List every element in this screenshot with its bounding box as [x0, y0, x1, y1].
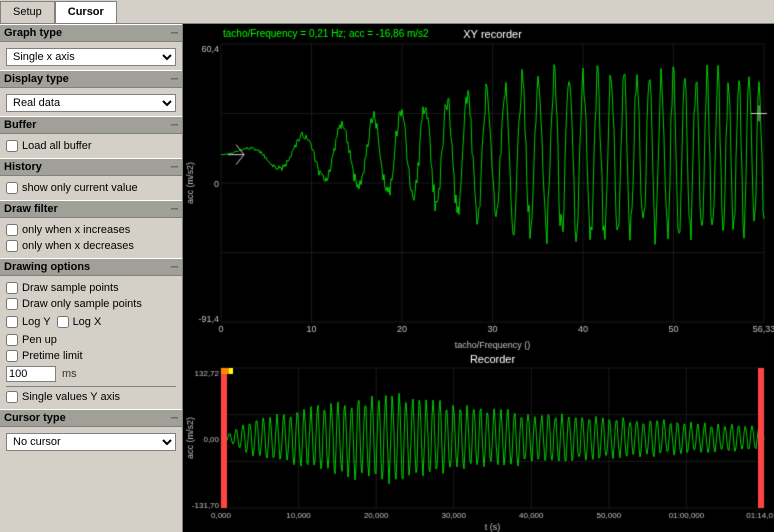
section-graph-type-label: Graph type	[4, 27, 62, 39]
section-cursor-type-header: Cursor type ─	[0, 409, 182, 427]
log-x-checkbox[interactable]	[57, 316, 69, 328]
show-only-current-label: show only current value	[22, 182, 138, 194]
load-all-buffer-label: Load all buffer	[22, 140, 92, 152]
section-drawing-options-label: Drawing options	[4, 261, 90, 273]
section-draw-filter-content: only when x increases only when x decrea…	[0, 218, 182, 258]
section-display-type-collapse[interactable]: ─	[171, 74, 178, 85]
draw-only-sample-points-checkbox[interactable]	[6, 298, 18, 310]
section-graph-type-header: Graph type ─	[0, 24, 182, 42]
section-drawing-options-collapse[interactable]: ─	[171, 262, 178, 273]
section-cursor-type-collapse[interactable]: ─	[171, 413, 178, 424]
only-x-decreases-label: only when x decreases	[22, 240, 134, 252]
only-x-decreases-row[interactable]: only when x decreases	[6, 238, 176, 254]
pen-up-checkbox[interactable]	[6, 334, 18, 346]
log-y-label: Log Y	[22, 316, 51, 328]
display-type-select[interactable]: Real data	[6, 94, 176, 112]
pen-up-label: Pen up	[22, 334, 57, 346]
tab-setup[interactable]: Setup	[0, 1, 55, 23]
single-values-y-checkbox[interactable]	[6, 391, 18, 403]
pen-up-row[interactable]: Pen up	[6, 332, 176, 348]
log-y-checkbox[interactable]	[6, 316, 18, 328]
section-history-collapse[interactable]: ─	[171, 162, 178, 173]
section-display-type-content: Real data	[0, 88, 182, 116]
xy-chart-wrapper	[183, 24, 774, 350]
draw-sample-points-checkbox[interactable]	[6, 282, 18, 294]
recorder-chart[interactable]	[183, 350, 774, 532]
section-display-type-header: Display type ─	[0, 70, 182, 88]
only-x-increases-label: only when x increases	[22, 224, 130, 236]
pretime-limit-row[interactable]: Pretime limit	[6, 348, 176, 364]
section-history-content: show only current value	[0, 176, 182, 200]
pretime-input-row: ms	[6, 364, 176, 384]
pretime-limit-checkbox[interactable]	[6, 350, 18, 362]
graph-type-select[interactable]: Single x axis	[6, 48, 176, 66]
draw-only-sample-points-row[interactable]: Draw only sample points	[6, 296, 176, 312]
show-only-current-checkbox[interactable]	[6, 182, 18, 194]
main-content: Graph type ─ Single x axis Display type …	[0, 24, 774, 532]
pretime-limit-label: Pretime limit	[22, 350, 83, 362]
section-cursor-type-label: Cursor type	[4, 412, 66, 424]
section-buffer-collapse[interactable]: ─	[171, 120, 178, 131]
section-display-type-label: Display type	[4, 73, 69, 85]
title-bar: Setup Cursor	[0, 0, 774, 24]
draw-only-sample-points-label: Draw only sample points	[22, 298, 142, 310]
recorder-chart-wrapper	[183, 350, 774, 532]
only-x-increases-checkbox[interactable]	[6, 224, 18, 236]
section-graph-type-content: Single x axis	[0, 42, 182, 70]
log-y-row[interactable]: Log Y	[6, 314, 51, 330]
only-x-increases-row[interactable]: only when x increases	[6, 222, 176, 238]
section-buffer-header: Buffer ─	[0, 116, 182, 134]
ms-label: ms	[62, 368, 77, 380]
load-all-buffer-row[interactable]: Load all buffer	[6, 138, 176, 154]
load-all-buffer-checkbox[interactable]	[6, 140, 18, 152]
section-draw-filter-label: Draw filter	[4, 203, 58, 215]
single-values-y-row[interactable]: Single values Y axis	[6, 389, 176, 405]
section-history-label: History	[4, 161, 42, 173]
section-buffer-content: Load all buffer	[0, 134, 182, 158]
pretime-input[interactable]	[6, 366, 56, 382]
section-drawing-options-content: Draw sample points Draw only sample poin…	[0, 276, 182, 409]
single-values-y-label: Single values Y axis	[22, 391, 120, 403]
draw-sample-points-label: Draw sample points	[22, 282, 119, 294]
log-x-row[interactable]: Log X	[57, 314, 102, 330]
section-drawing-options-header: Drawing options ─	[0, 258, 182, 276]
log-x-label: Log X	[73, 316, 102, 328]
separator	[6, 386, 176, 387]
draw-sample-points-row[interactable]: Draw sample points	[6, 280, 176, 296]
section-history-header: History ─	[0, 158, 182, 176]
log-row: Log Y Log X	[6, 312, 176, 332]
section-graph-type-collapse[interactable]: ─	[171, 28, 178, 39]
section-draw-filter-header: Draw filter ─	[0, 200, 182, 218]
only-x-decreases-checkbox[interactable]	[6, 240, 18, 252]
section-draw-filter-collapse[interactable]: ─	[171, 204, 178, 215]
left-panel: Graph type ─ Single x axis Display type …	[0, 24, 183, 532]
section-buffer-label: Buffer	[4, 119, 36, 131]
xy-chart[interactable]	[183, 24, 774, 350]
show-only-current-row[interactable]: show only current value	[6, 180, 176, 196]
charts-container	[183, 24, 774, 532]
section-cursor-type-content: No cursor	[0, 427, 182, 455]
tab-cursor[interactable]: Cursor	[55, 1, 117, 23]
cursor-type-select[interactable]: No cursor	[6, 433, 176, 451]
